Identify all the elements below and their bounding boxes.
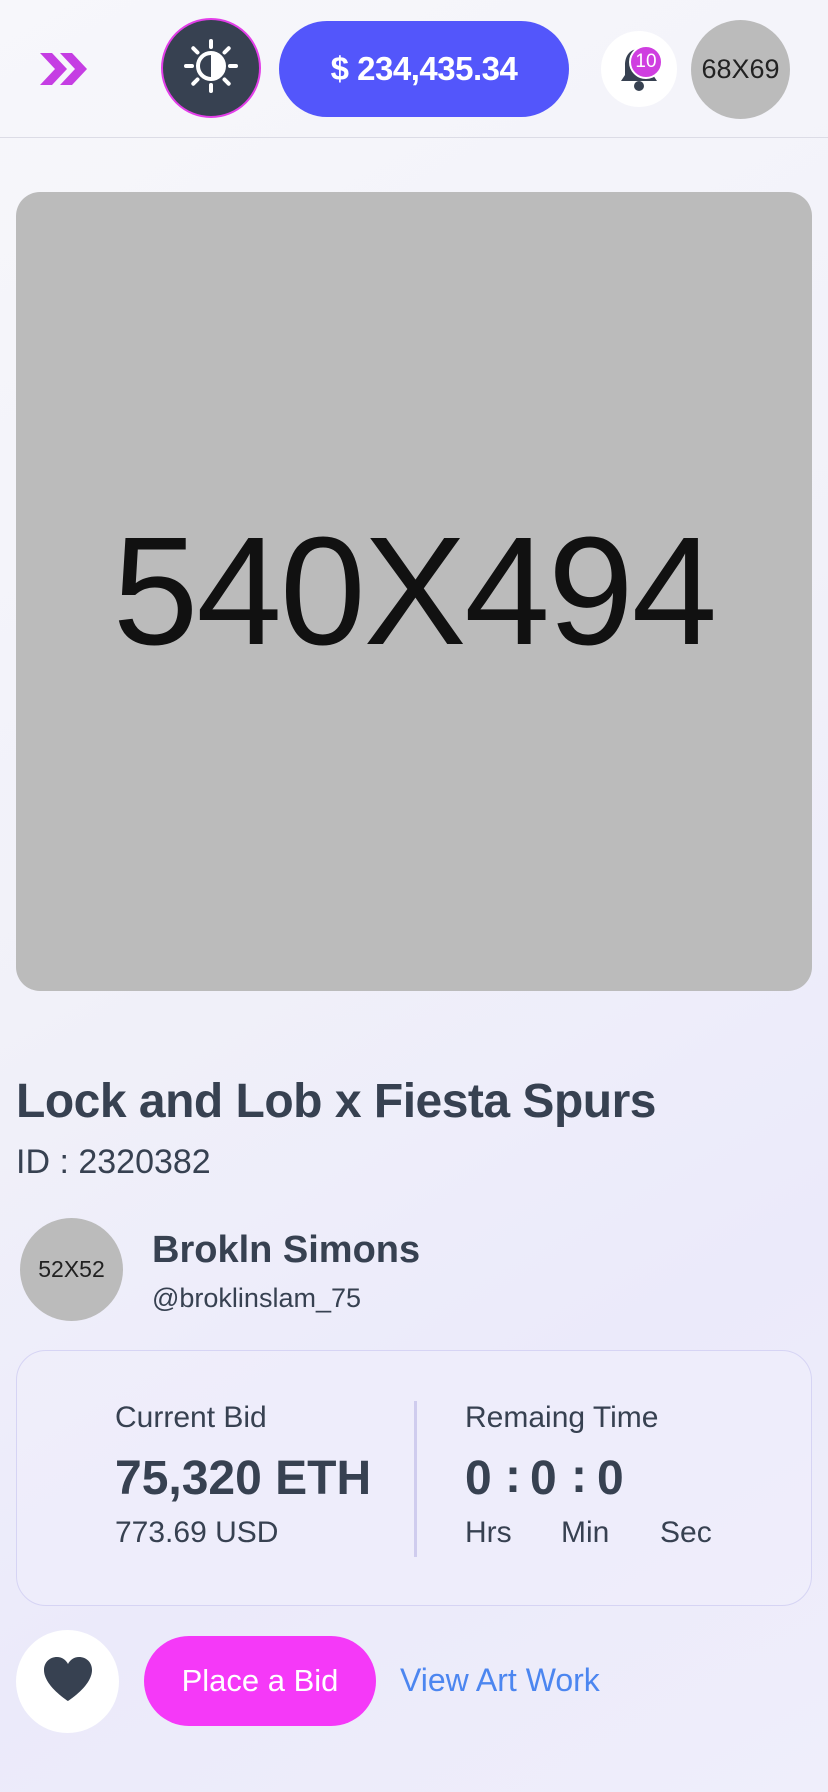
current-bid-label: Current Bid xyxy=(115,1401,267,1434)
favorite-button[interactable] xyxy=(16,1630,119,1733)
heart-icon xyxy=(41,1655,95,1708)
seconds-label: Sec xyxy=(660,1516,712,1549)
notifications-button[interactable]: 10 xyxy=(601,31,677,107)
artwork-id: ID : 2320382 xyxy=(16,1143,211,1181)
user-avatar[interactable]: 68X69 xyxy=(691,20,790,119)
place-bid-button[interactable]: Place a Bid xyxy=(144,1636,376,1726)
countdown-separator: : xyxy=(505,1450,521,1503)
top-bar: $ 234,435.34 10 68X69 xyxy=(0,0,828,138)
countdown-seconds: 0 xyxy=(597,1452,624,1505)
notification-count-badge: 10 xyxy=(629,45,663,79)
current-bid-usd: 773.69 USD xyxy=(115,1516,279,1549)
artwork-image[interactable]: 540X494 xyxy=(16,192,812,991)
remaining-time-label: Remaing Time xyxy=(465,1401,659,1434)
sun-contrast-icon xyxy=(183,38,239,99)
hours-label: Hrs xyxy=(465,1516,512,1549)
owner-handle[interactable]: @broklinslam_75 xyxy=(152,1283,361,1314)
owner-avatar[interactable]: 52X52 xyxy=(20,1218,123,1321)
current-bid-value: 75,320 ETH xyxy=(115,1452,372,1505)
minutes-label: Min xyxy=(561,1516,610,1549)
owner-name[interactable]: Brokln Simons xyxy=(152,1229,420,1272)
wallet-balance[interactable]: $ 234,435.34 xyxy=(279,21,569,117)
countdown-separator: : xyxy=(571,1450,587,1503)
bid-info-card: Current Bid 75,320 ETH 773.69 USD Remain… xyxy=(16,1350,812,1606)
countdown-hours: 0 xyxy=(465,1452,492,1505)
theme-toggle-button[interactable] xyxy=(161,18,261,118)
view-artwork-link[interactable]: View Art Work xyxy=(400,1662,600,1699)
countdown-minutes: 0 xyxy=(530,1452,557,1505)
bid-divider xyxy=(414,1401,417,1557)
double-chevron-right-icon[interactable] xyxy=(38,48,90,90)
artwork-title: Lock and Lob x Fiesta Spurs xyxy=(16,1075,656,1128)
